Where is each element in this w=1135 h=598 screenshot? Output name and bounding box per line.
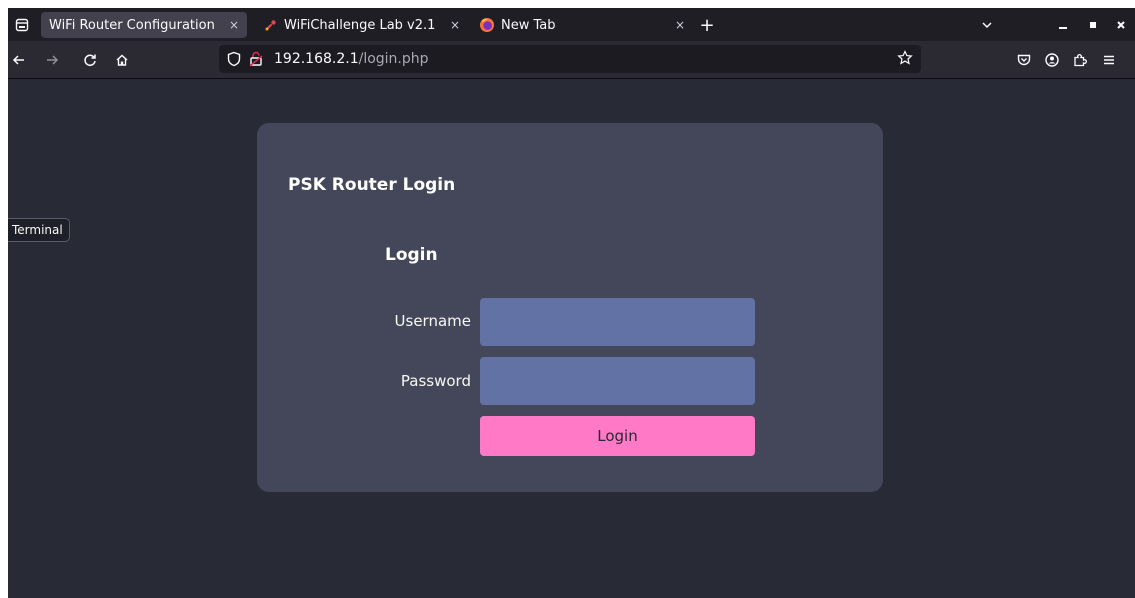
login-card: PSK Router Login Login Username Password… (257, 123, 883, 492)
minimize-button[interactable] (1050, 12, 1076, 38)
tab-title: WiFi Router Configuration (49, 17, 215, 33)
login-button[interactable]: Login (480, 416, 755, 456)
url-bar[interactable]: 192.168.2.1/login.php (219, 45, 921, 73)
firefox-view-icon (15, 18, 29, 31)
username-label: Username (394, 312, 471, 330)
puzzle-icon (1074, 54, 1087, 67)
insecure-lock-icon[interactable] (249, 51, 263, 71)
tab-title: New Tab (501, 17, 556, 33)
tab-new-tab[interactable]: New Tab × (471, 12, 693, 38)
url-host: 192.168.2.1 (274, 51, 359, 67)
tracking-protection-shield-icon[interactable] (227, 51, 241, 71)
tab-wifichallenge-lab[interactable]: WiFiChallenge Lab v2.1 × (256, 12, 468, 38)
terminal-tooltip[interactable]: Terminal (8, 218, 70, 242)
form-title: Login (385, 245, 438, 265)
account-button[interactable] (1038, 46, 1066, 74)
forward-arrow-icon (47, 55, 59, 65)
reload-icon (84, 54, 96, 67)
password-field[interactable] (480, 357, 755, 405)
extensions-button[interactable] (1066, 46, 1094, 74)
close-window-button[interactable] (1108, 12, 1134, 38)
back-arrow-icon (12, 55, 24, 65)
url-path: /login.php (358, 51, 429, 67)
password-label: Password (400, 372, 471, 390)
tab-wifi-router-configuration[interactable]: WiFi Router Configuration × (41, 12, 247, 38)
navigation-toolbar: 192.168.2.1/login.php (8, 41, 1135, 79)
new-tab-button[interactable]: + (695, 12, 719, 38)
maximize-button[interactable] (1080, 12, 1106, 38)
wifichallenge-icon (264, 18, 278, 32)
bookmark-star-icon[interactable] (897, 50, 913, 70)
hamburger-menu-icon (1104, 55, 1114, 65)
tab-close-button[interactable]: × (675, 12, 685, 38)
url-text[interactable]: 192.168.2.1/login.php (274, 45, 429, 73)
account-icon (1045, 53, 1059, 67)
menu-button[interactable] (1095, 46, 1123, 74)
maximize-icon (1090, 22, 1096, 28)
browser-window: WiFi Router Configuration × WiFiChalleng… (8, 8, 1135, 598)
chevron-down-icon (982, 22, 992, 29)
tab-title: WiFiChallenge Lab v2.1 (284, 17, 436, 33)
page-title: PSK Router Login (288, 175, 456, 195)
firefox-view-button[interactable] (8, 8, 36, 41)
page-content: Terminal PSK Router Login Login Username… (8, 79, 1135, 598)
tab-close-button[interactable]: × (229, 12, 239, 38)
reload-button[interactable] (76, 46, 104, 74)
close-icon (1117, 21, 1125, 29)
username-field[interactable] (480, 298, 755, 346)
tab-strip: WiFi Router Configuration × WiFiChalleng… (8, 8, 1135, 41)
tab-close-button[interactable]: × (450, 12, 460, 38)
minimize-icon (1059, 27, 1067, 29)
back-button[interactable] (5, 46, 33, 74)
home-icon (116, 54, 128, 66)
firefox-icon (479, 17, 495, 33)
list-all-tabs-button[interactable] (976, 12, 998, 38)
home-button[interactable] (108, 46, 136, 74)
pocket-button[interactable] (1010, 46, 1038, 74)
forward-button[interactable] (38, 46, 66, 74)
pocket-icon (1017, 54, 1031, 66)
